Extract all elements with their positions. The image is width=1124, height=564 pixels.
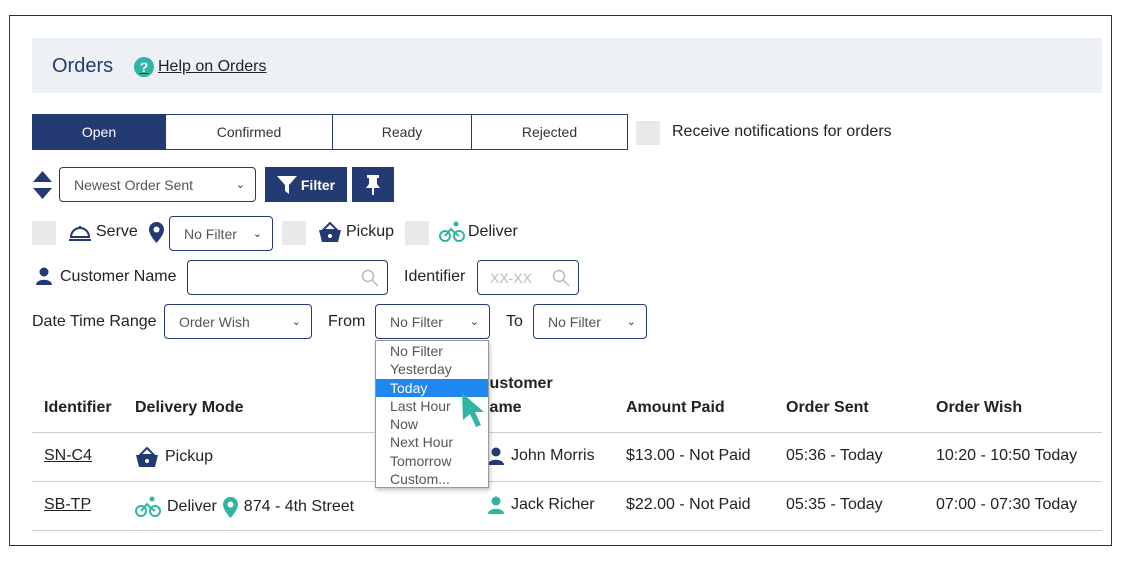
- serve-checkbox[interactable]: [32, 221, 56, 245]
- user-icon: [488, 447, 504, 465]
- dropdown-option[interactable]: Yesterday: [376, 360, 488, 378]
- chevron-down-icon: ⌄: [252, 228, 262, 240]
- divider: [32, 530, 1102, 531]
- chevron-down-icon: ⌄: [626, 316, 636, 328]
- map-marker-icon: [222, 496, 238, 518]
- order-wish: 10:20 - 10:50 Today: [936, 447, 1078, 464]
- order-wish: 07:00 - 07:30 Today: [936, 496, 1078, 513]
- orders-page: Orders ? Help on Orders Open Confirmed Re…: [0, 0, 1124, 564]
- deliver-checkbox[interactable]: [405, 221, 429, 245]
- col-delivery-mode: Delivery Mode: [135, 399, 244, 416]
- col-order-sent: Order Sent: [786, 399, 869, 416]
- amount-paid: $22.00 - Not Paid: [626, 496, 751, 513]
- divider: [32, 481, 1102, 482]
- mouse-cursor-icon: [462, 393, 484, 427]
- filter-button-label: Filter: [300, 176, 336, 193]
- dropdown-option[interactable]: No Filter: [376, 342, 488, 360]
- funnel-icon: [276, 175, 297, 194]
- date-type-value: Order Wish: [179, 313, 250, 330]
- col-order-wish: Order Wish: [936, 399, 1023, 416]
- amount-paid: $13.00 - Not Paid: [626, 447, 751, 464]
- notifications-label: Receive notifications for orders: [672, 123, 892, 140]
- delivery-address: 874 - 4th Street: [243, 498, 355, 515]
- from-label: From: [328, 313, 366, 330]
- identifier-input[interactable]: XX-XX: [477, 260, 579, 295]
- location-select-value: No Filter: [184, 225, 237, 242]
- customer-name: John Morris: [511, 447, 595, 464]
- identifier-label: Identifier: [404, 268, 466, 285]
- question-circle-icon: ?: [134, 57, 154, 77]
- pickup-checkbox[interactable]: [282, 221, 306, 245]
- tab-rejected[interactable]: Rejected: [471, 114, 628, 150]
- customer-name: Jack Richer: [511, 496, 595, 513]
- identifier-placeholder: XX-XX: [490, 269, 533, 286]
- order-identifier-link[interactable]: SN-C4: [44, 447, 92, 465]
- from-select-value: No Filter: [390, 313, 443, 330]
- location-select[interactable]: No Filter ⌄: [169, 216, 273, 251]
- delivery-mode: Deliver: [167, 498, 217, 515]
- date-type-select[interactable]: Order Wish ⌄: [164, 304, 312, 339]
- bicycle-icon: [439, 221, 465, 242]
- deliver-label: Deliver: [468, 223, 518, 240]
- chevron-down-icon: ⌄: [469, 316, 479, 328]
- chevron-down-icon: ⌄: [291, 316, 301, 328]
- user-icon: [488, 496, 504, 514]
- customer-name-input[interactable]: [187, 260, 388, 295]
- map-marker-icon: [149, 222, 164, 243]
- col-identifier: Identifier: [44, 399, 112, 416]
- basket-icon: [136, 447, 158, 467]
- dropdown-option[interactable]: Custom...: [376, 470, 488, 488]
- tab-confirmed[interactable]: Confirmed: [165, 114, 333, 150]
- page-title: Orders: [52, 55, 114, 77]
- pickup-label: Pickup: [346, 223, 395, 240]
- order-sent: 05:36 - Today: [786, 447, 883, 464]
- serving-bell-icon: [69, 226, 91, 241]
- col-customer-line1: Customer: [478, 375, 553, 392]
- col-amount-paid: Amount Paid: [626, 399, 725, 416]
- tab-open[interactable]: Open: [32, 114, 166, 150]
- from-select[interactable]: No Filter ⌄: [375, 304, 490, 339]
- divider: [32, 432, 1102, 433]
- to-select[interactable]: No Filter ⌄: [533, 304, 647, 339]
- filter-button[interactable]: Filter: [265, 167, 347, 202]
- dropdown-option[interactable]: Next Hour: [376, 433, 488, 451]
- pin-button[interactable]: [352, 167, 394, 202]
- help-link[interactable]: ? Help on Orders: [134, 57, 267, 77]
- notifications-checkbox[interactable]: [636, 121, 660, 145]
- chevron-down-icon: ⌄: [235, 179, 245, 191]
- thumbtack-icon: [366, 174, 380, 195]
- delivery-mode: Pickup: [165, 448, 214, 465]
- order-identifier-link[interactable]: SB-TP: [44, 496, 91, 514]
- search-icon: [552, 269, 570, 287]
- basket-icon: [319, 222, 341, 242]
- search-icon: [361, 269, 379, 287]
- sort-icon[interactable]: [32, 170, 53, 200]
- serve-label: Serve: [96, 223, 138, 240]
- date-range-label: Date Time Range: [32, 313, 157, 330]
- sort-select[interactable]: Newest Order Sent ⌄: [59, 167, 256, 202]
- tab-ready[interactable]: Ready: [332, 114, 472, 150]
- bicycle-icon: [135, 496, 161, 517]
- dropdown-option[interactable]: Tomorrow: [376, 452, 488, 470]
- user-icon: [36, 267, 52, 285]
- order-sent: 05:35 - Today: [786, 496, 883, 513]
- to-label: To: [506, 313, 523, 330]
- help-link-text[interactable]: Help on Orders: [158, 58, 267, 76]
- to-select-value: No Filter: [548, 313, 601, 330]
- sort-select-value: Newest Order Sent: [74, 176, 194, 193]
- customer-name-label: Customer Name: [60, 268, 177, 285]
